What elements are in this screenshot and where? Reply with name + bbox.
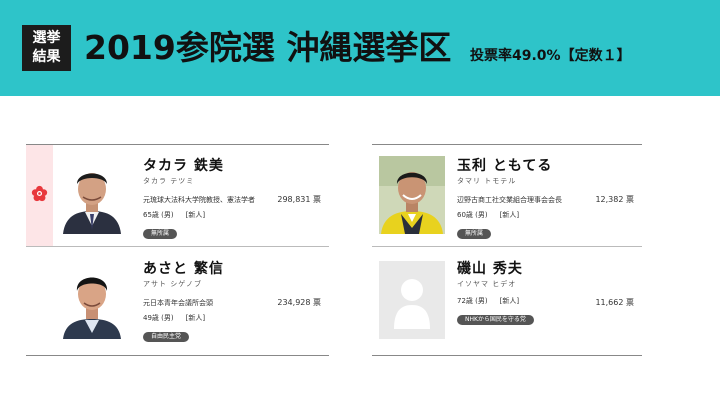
party-badge: 無所属: [143, 229, 178, 239]
candidate-photo: [59, 156, 125, 234]
person-silhouette-icon: [379, 261, 445, 339]
header-banner: 選挙 結果 2019参院選 沖縄選挙区 投票率49.0%【定数１】: [0, 0, 720, 96]
candidate-kana: イソヤマ ヒデオ: [457, 280, 517, 288]
candidate-age-row: 60歳 (男) [新人]: [457, 211, 562, 220]
party-badge: 自由民主党: [143, 332, 190, 342]
election-result-badge: 選挙 結果: [22, 25, 71, 71]
candidate-name: タカラ 鉄美: [143, 158, 224, 174]
candidate-age: 65歳 (男): [143, 211, 174, 219]
candidate-photo-placeholder: [379, 261, 445, 339]
party-badge: 無所属: [457, 229, 492, 239]
candidate-career: 辺野古商工社交業組合理事会会長: [457, 196, 562, 204]
candidate-age: 60歳 (男): [457, 211, 488, 219]
candidate-status: [新人]: [185, 211, 206, 219]
candidate-age: 49歳 (男): [143, 314, 174, 322]
candidate-age-row: 49歳 (男) [新人]: [143, 314, 224, 323]
candidate-info: タカラ 鉄美 タカラ テツミ 元琉球大法科大学院教授、憲法学者 65歳 (男) […: [143, 157, 255, 239]
badge-line2: 結果: [32, 49, 61, 65]
candidate-name: 磯山 秀夫: [457, 261, 523, 277]
turnout-subtitle: 投票率49.0%【定数１】: [470, 48, 631, 64]
candidate-status: [新人]: [499, 297, 520, 305]
candidate-age-row: 72歳 (男) [新人]: [457, 297, 534, 306]
vote-count: 234,928 票: [277, 298, 321, 307]
candidate-name: 玉利 ともてる: [457, 158, 553, 174]
vote-count: 11,662 票: [595, 298, 634, 307]
candidate-photo: [379, 156, 445, 234]
candidate-card[interactable]: 磯山 秀夫 イソヤマ ヒデオ 72歳 (男) [新人] NHKから国民を守る党 1…: [372, 247, 642, 356]
candidate-age: 72歳 (男): [457, 297, 488, 305]
candidate-kana: タマリ トモテル: [457, 177, 517, 185]
page-title: 2019参院選 沖縄選挙区: [84, 28, 452, 67]
candidate-age-row: 65歳 (男) [新人]: [143, 211, 255, 220]
winner-flower-icon: [31, 185, 48, 202]
candidate-card[interactable]: タカラ 鉄美 タカラ テツミ 元琉球大法科大学院教授、憲法学者 65歳 (男) […: [26, 144, 329, 247]
candidate-kana: アサト シゲノブ: [143, 280, 203, 288]
winner-strip: [26, 145, 53, 246]
vote-count: 12,382 票: [595, 195, 634, 204]
badge-line1: 選挙: [32, 30, 61, 46]
party-badge: NHKから国民を守る党: [457, 315, 534, 325]
candidate-card[interactable]: 玉利 ともてる タマリ トモテル 辺野古商工社交業組合理事会会長 60歳 (男)…: [372, 144, 642, 247]
candidate-name: あさと 繁信: [143, 261, 224, 277]
candidate-info: あさと 繁信 アサト シゲノブ 元日本青年会議所会頭 49歳 (男) [新人] 自…: [143, 260, 224, 342]
candidate-info: 磯山 秀夫 イソヤマ ヒデオ 72歳 (男) [新人] NHKから国民を守る党: [457, 260, 534, 325]
candidate-photo: [59, 261, 125, 339]
vote-count: 298,831 票: [277, 195, 321, 204]
candidate-status: [新人]: [499, 211, 520, 219]
candidate-info: 玉利 ともてる タマリ トモテル 辺野古商工社交業組合理事会会長 60歳 (男)…: [457, 157, 562, 239]
candidate-career: 元日本青年会議所会頭: [143, 299, 213, 307]
candidate-status: [新人]: [185, 314, 206, 322]
candidate-card[interactable]: あさと 繁信 アサト シゲノブ 元日本青年会議所会頭 49歳 (男) [新人] 自…: [26, 247, 329, 356]
candidate-career: 元琉球大法科大学院教授、憲法学者: [143, 196, 255, 204]
candidate-kana: タカラ テツミ: [143, 177, 195, 185]
